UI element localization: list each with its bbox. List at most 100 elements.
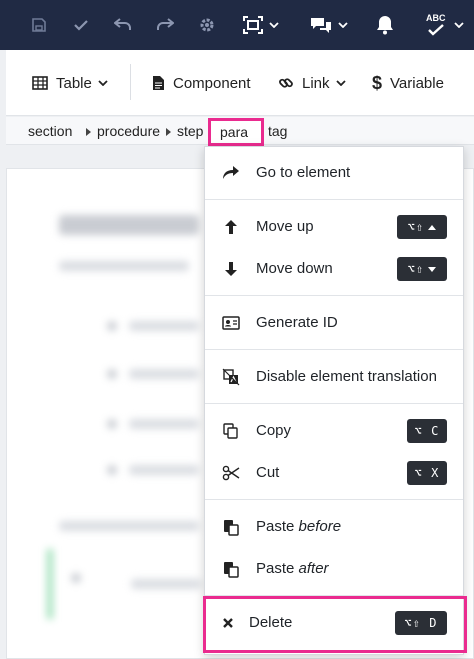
menu-item-move-down[interactable]: Move down ⌥⇧ bbox=[205, 249, 463, 289]
delete-highlight bbox=[203, 596, 467, 653]
redo-button[interactable] bbox=[154, 13, 176, 37]
link-button[interactable]: Link bbox=[278, 50, 346, 116]
component-label: Component bbox=[173, 74, 251, 92]
menu-item-label: Paste after bbox=[256, 560, 329, 577]
spellcheck-label: ABC bbox=[426, 13, 446, 23]
breadcrumb-item[interactable]: procedure bbox=[97, 123, 160, 139]
context-menu: Go to element Move up ⌥⇧ Move down ⌥⇧ Ge… bbox=[204, 146, 464, 655]
chevron-down-icon bbox=[98, 80, 108, 86]
redo-icon bbox=[157, 18, 174, 30]
chevron-right-icon bbox=[166, 128, 171, 136]
fullscreen-icon bbox=[243, 16, 263, 34]
blurred-text bbox=[129, 465, 199, 475]
menu-divider bbox=[205, 403, 463, 404]
breadcrumb-item[interactable]: step bbox=[177, 123, 203, 139]
menu-item-paste-before[interactable]: Paste before bbox=[205, 507, 463, 547]
chevron-down-icon bbox=[454, 22, 464, 28]
copy-icon bbox=[222, 422, 240, 440]
shortcut-badge: ⌥⇧ bbox=[397, 215, 447, 239]
blurred-bullet bbox=[71, 573, 81, 583]
check-button[interactable] bbox=[70, 13, 92, 37]
table-label: Table bbox=[56, 74, 92, 92]
breadcrumb-active-label: para bbox=[220, 124, 249, 140]
shortcut-badge: ⌥⇧ bbox=[397, 257, 447, 281]
translate-off-icon bbox=[222, 368, 240, 386]
blurred-bullet bbox=[107, 419, 117, 429]
menu-item-label: Move down bbox=[256, 260, 333, 277]
chevron-down-icon bbox=[269, 22, 279, 28]
save-icon bbox=[32, 18, 46, 32]
settings-button[interactable] bbox=[196, 13, 218, 37]
comments-button[interactable] bbox=[308, 13, 350, 37]
blurred-text bbox=[131, 579, 201, 589]
menu-item-label: Copy bbox=[256, 422, 292, 439]
menu-item-cut[interactable]: Cut ⌥ X bbox=[205, 453, 463, 493]
breadcrumb-item[interactable]: section bbox=[28, 123, 72, 139]
arrow-down-icon bbox=[222, 260, 240, 278]
blurred-bullet bbox=[107, 465, 117, 475]
menu-item-generate-id[interactable]: Generate ID bbox=[205, 303, 463, 343]
breadcrumb-item[interactable]: tag bbox=[268, 123, 287, 139]
component-button[interactable]: Component bbox=[152, 50, 251, 116]
gear-icon bbox=[200, 18, 214, 32]
variable-button[interactable]: $ Variable bbox=[372, 50, 444, 116]
menu-divider bbox=[205, 349, 463, 350]
scissors-icon bbox=[222, 464, 240, 482]
share-arrow-icon bbox=[222, 164, 240, 182]
blurred-bullet bbox=[107, 369, 117, 379]
menu-item-label: Move up bbox=[256, 218, 314, 235]
menu-item-label: Go to element bbox=[256, 164, 351, 181]
insert-toolbar: Table Component Link $ Variable bbox=[6, 50, 474, 116]
menu-divider bbox=[205, 295, 463, 296]
menu-item-label: Paste before bbox=[256, 518, 342, 535]
menu-item-paste-after[interactable]: Paste after bbox=[205, 549, 463, 589]
chevron-right-icon bbox=[86, 128, 91, 136]
save-button[interactable] bbox=[28, 13, 50, 37]
table-button[interactable]: Table bbox=[32, 50, 108, 116]
undo-button[interactable] bbox=[112, 13, 134, 37]
bell-icon bbox=[377, 16, 393, 35]
blurred-text bbox=[129, 369, 199, 379]
variable-label: Variable bbox=[390, 74, 444, 92]
fullscreen-button[interactable] bbox=[240, 13, 282, 37]
caret-up-icon bbox=[428, 224, 437, 230]
component-icon bbox=[152, 75, 165, 91]
shortcut-badge: ⌥ C bbox=[407, 419, 447, 443]
blurred-text bbox=[129, 419, 199, 429]
paste-icon bbox=[222, 560, 240, 578]
table-icon bbox=[32, 76, 48, 90]
dollar-icon: $ bbox=[372, 72, 383, 93]
menu-item-go-to-element[interactable]: Go to element bbox=[205, 153, 463, 193]
blurred-text bbox=[59, 521, 199, 531]
link-label: Link bbox=[302, 74, 330, 92]
blurred-text bbox=[59, 261, 189, 271]
toolbar-divider bbox=[130, 64, 131, 100]
blurred-heading bbox=[59, 215, 199, 235]
chevron-down-icon bbox=[338, 22, 348, 28]
menu-item-label: Disable element translation bbox=[256, 368, 437, 385]
notifications-button[interactable] bbox=[374, 13, 396, 37]
link-icon bbox=[278, 75, 294, 91]
menu-divider bbox=[205, 499, 463, 500]
menu-item-move-up[interactable]: Move up ⌥⇧ bbox=[205, 207, 463, 247]
caret-down-icon bbox=[428, 266, 437, 272]
chevron-down-icon bbox=[335, 80, 346, 86]
paste-icon bbox=[222, 518, 240, 536]
menu-item-disable-translation[interactable]: Disable element translation bbox=[205, 357, 463, 397]
check-icon bbox=[74, 20, 88, 31]
breadcrumb-item-active[interactable]: para bbox=[208, 118, 264, 146]
blurred-text bbox=[129, 321, 199, 331]
undo-icon bbox=[114, 18, 131, 30]
blurred-bullet bbox=[107, 321, 117, 331]
shortcut-badge: ⌥ X bbox=[407, 461, 447, 485]
menu-item-copy[interactable]: Copy ⌥ C bbox=[205, 411, 463, 451]
top-toolbar: ABC bbox=[0, 0, 474, 50]
menu-item-label: Cut bbox=[256, 464, 280, 481]
menu-item-label: Generate ID bbox=[256, 314, 338, 331]
blurred-note-bar bbox=[47, 549, 53, 619]
spellcheck-icon: ABC bbox=[424, 13, 448, 37]
menu-divider bbox=[205, 199, 463, 200]
comments-icon bbox=[311, 18, 331, 33]
id-card-icon bbox=[222, 314, 240, 332]
spellcheck-button[interactable]: ABC bbox=[424, 13, 464, 37]
